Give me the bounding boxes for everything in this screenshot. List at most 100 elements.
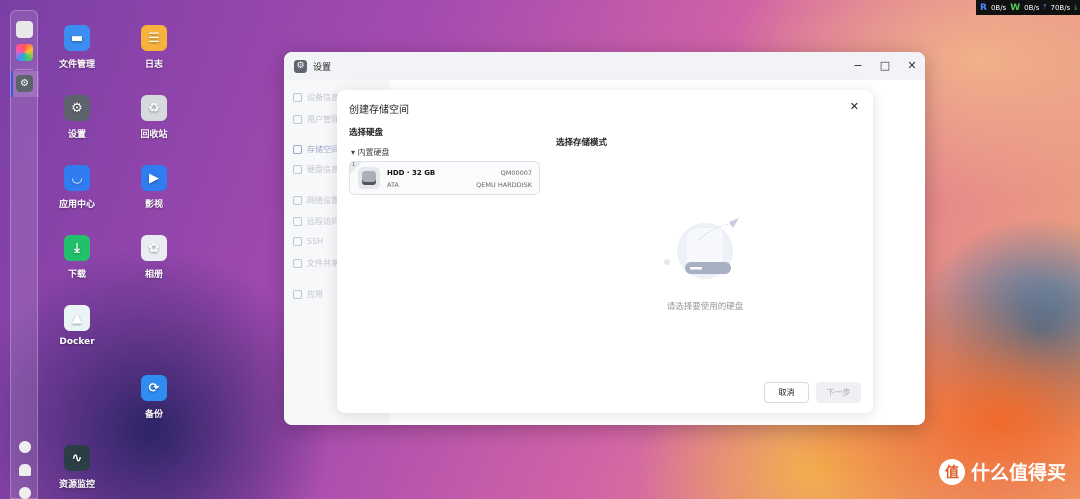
sidebar-item[interactable]: 网络设置: [293, 195, 339, 206]
network-status-bar: R 0B/s W 0B/s ⤒ 70B/s ⤓: [976, 0, 1080, 15]
desktop-app-label: 备份: [144, 410, 163, 420]
close-button[interactable]: ✕: [905, 59, 919, 72]
video-icon: ▶: [141, 165, 167, 191]
disk-card[interactable]: 1 HDD · 32 GB ATA QM00007 QEMU HARDDISK: [349, 161, 540, 195]
upload-icon: ⤒: [1043, 3, 1047, 11]
write-speed: 0B/s: [1024, 3, 1040, 12]
upload-speed: 70B/s: [1050, 3, 1071, 12]
monitor-icon: ∿: [64, 445, 90, 471]
sidebar-item[interactable]: 应用: [293, 289, 323, 300]
hdd-icon: [358, 167, 380, 189]
sidebar-item-label: 硬盘信息: [307, 165, 339, 174]
sidebar-item-label: 设备信息: [307, 93, 339, 102]
gear-icon[interactable]: ⚙: [16, 75, 33, 92]
store-icon: ◡: [64, 165, 90, 191]
desktop-app[interactable]: ♻ 回收站: [124, 95, 184, 140]
sidebar-item-icon: [293, 217, 302, 226]
create-storage-dialog: 创建存储空间 ✕ 选择硬盘 ▾ 内置硬盘 1 HDD · 32 GB ATA Q…: [337, 90, 873, 413]
desktop-app-label: 相册: [144, 270, 163, 280]
sidebar-item-label: 存储空间: [307, 145, 339, 154]
desktop-app-label: 影视: [144, 200, 163, 210]
group-internal-disks[interactable]: ▾ 内置硬盘: [351, 147, 390, 158]
desktop-app[interactable]: ◡ 应用中心: [47, 165, 107, 210]
desktop-app-label: 文件管理: [58, 60, 95, 70]
disk-serial: QM00007: [500, 169, 532, 177]
cancel-button[interactable]: 取消: [764, 382, 809, 403]
group-label: 内置硬盘: [357, 148, 390, 157]
desktop-app-label: 日志: [144, 60, 163, 70]
maximize-button[interactable]: □: [878, 59, 892, 72]
desktop-app[interactable]: ▲ Docker: [47, 305, 107, 347]
watermark-logo: 值: [938, 458, 965, 485]
sidebar-item[interactable]: 文件共享: [293, 258, 339, 269]
desktop-app[interactable]: ⤓ 下载: [47, 235, 107, 280]
watermark: 值 什么值得买: [938, 458, 1066, 485]
desktop-app-label: 下载: [67, 270, 86, 280]
sidebar-item-label: 远程访问: [307, 217, 339, 226]
sidebar-item-label: 网络设置: [307, 196, 339, 205]
recycle-icon: ♻: [141, 95, 167, 121]
mode-heading: 选择存储模式: [556, 138, 608, 148]
write-label: W: [1010, 2, 1021, 13]
minimize-button[interactable]: −: [851, 59, 865, 72]
log-icon: ☰: [141, 25, 167, 51]
desktop-icon[interactable]: [16, 21, 33, 38]
desktop-app[interactable]: ⚙ 设置: [47, 95, 107, 140]
sidebar-item-label: 用户管理: [307, 115, 339, 124]
next-button[interactable]: 下一步: [816, 382, 861, 403]
desktop-app[interactable]: ▬ 文件管理: [47, 25, 107, 70]
desktop-app-label: 设置: [67, 130, 86, 140]
folder-icon: ▬: [64, 25, 90, 51]
empty-disk-illustration: [664, 218, 739, 279]
gear-icon: ⚙: [294, 59, 307, 73]
dialog-title: 创建存储空间: [349, 105, 409, 116]
desktop-app[interactable]: ⟳ 备份: [124, 375, 184, 420]
sidebar-item-label: 文件共享: [307, 259, 339, 268]
download-icon: ⤓: [1074, 3, 1078, 11]
sidebar-item[interactable]: 硬盘信息: [293, 164, 339, 175]
watermark-text: 什么值得买: [970, 462, 1066, 484]
sidebar-item[interactable]: SSH: [293, 237, 323, 246]
desktop-app[interactable]: ∿ 资源监控: [47, 445, 107, 490]
gear-icon: ⚙: [64, 95, 90, 121]
desktop-app[interactable]: ✿ 相册: [124, 235, 184, 280]
read-label: R: [980, 2, 987, 13]
select-disk-heading: 选择硬盘: [349, 128, 384, 138]
docker-icon: ▲: [64, 305, 90, 331]
bell-icon[interactable]: [19, 464, 31, 476]
sidebar-item-icon: [293, 290, 302, 299]
desktop-app[interactable]: ☰ 日志: [124, 25, 184, 70]
divider: [15, 69, 33, 70]
sidebar-item[interactable]: 用户管理: [293, 114, 339, 125]
app-launcher-icon[interactable]: [16, 44, 33, 61]
dock: ⚙: [10, 10, 39, 499]
sidebar-item-icon: [293, 196, 302, 205]
backup-icon: ⟳: [141, 375, 167, 401]
desktop-app-label: 资源监控: [58, 480, 95, 490]
photos-icon: ✿: [141, 235, 167, 261]
empty-state-text: 请选择要使用的硬盘: [666, 302, 744, 312]
sidebar-item-label: 应用: [307, 290, 323, 299]
disk-name: HDD · 32 GB: [387, 169, 436, 177]
sidebar-item-label: SSH: [307, 237, 324, 246]
user-icon[interactable]: [19, 487, 31, 499]
sidebar-item-icon: [293, 237, 302, 246]
close-icon[interactable]: ✕: [850, 100, 859, 113]
sidebar-item-icon: [293, 259, 302, 268]
disk-index: 1: [352, 162, 356, 168]
disk-type: ATA: [387, 181, 399, 189]
sidebar-item-icon: [293, 145, 302, 154]
sidebar-item-icon: [293, 115, 302, 124]
info-icon[interactable]: [19, 441, 31, 453]
desktop-app-label: Docker: [59, 337, 95, 347]
title-bar: ⚙ 设置: [284, 52, 925, 80]
sidebar-item[interactable]: 设备信息: [293, 92, 339, 103]
sidebar-item[interactable]: 远程访问: [293, 216, 339, 227]
desktop-app-label: 回收站: [140, 130, 168, 140]
desktop-app-label: 应用中心: [58, 200, 95, 210]
window-title: 设置: [313, 62, 332, 73]
sidebar-item-icon: [293, 93, 302, 102]
desktop-app[interactable]: ▶ 影视: [124, 165, 184, 210]
read-speed: 0B/s: [990, 3, 1007, 12]
sidebar-item[interactable]: 存储空间: [293, 144, 339, 155]
